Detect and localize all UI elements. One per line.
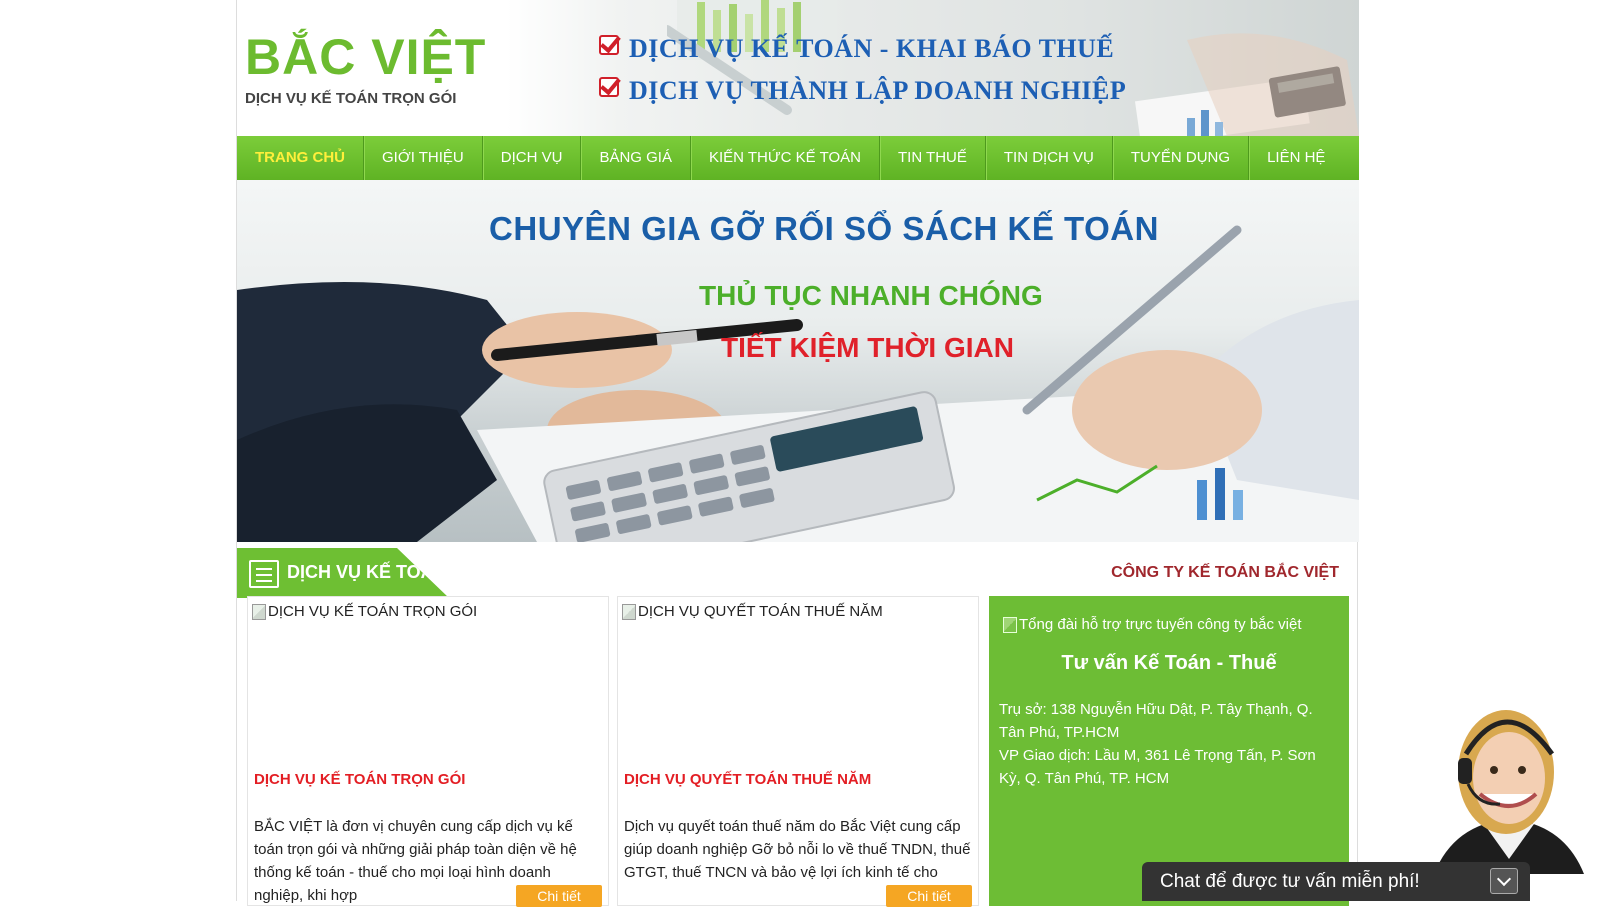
service-image[interactable]: DỊCH VỤ KẾ TOÁN TRỌN GÓI [252,603,477,620]
broken-image-icon [622,603,636,620]
detail-button[interactable]: Chi tiết [886,885,972,907]
service-card: DỊCH VỤ KẾ TOÁN TRỌN GÓI DỊCH VỤ KẾ TOÁN… [247,596,609,907]
hero-banner[interactable]: CHUYÊN GIA GỠ RỐI SỔ SÁCH KẾ TOÁN THỦ TỤ… [237,180,1359,542]
nav-item-bang-gia[interactable]: BẢNG GIÁ [581,136,691,180]
broken-image-icon [252,603,266,620]
support-hotline-image: Tổng đài hỗ trợ trực tuyến công ty bắc v… [1003,616,1302,633]
nav-item-lien-he[interactable]: LIÊN HỆ [1249,136,1343,180]
document-edit-icon [249,560,279,588]
nav-item-tin-thue[interactable]: TIN THUẾ [880,136,986,180]
service-description: Dịch vụ quyết toán thuế năm do Bắc Việt … [624,818,971,881]
banner-subline-2: TIẾT KIỆM THỜI GIAN [721,332,1014,363]
header-slogan-1: DỊCH VỤ KẾ TOÁN - KHAI BÁO THUẾ [599,34,1114,64]
header-slogan-2: DỊCH VỤ THÀNH LẬP DOANH NGHIỆP [599,76,1126,106]
support-agent-avatar[interactable] [1414,694,1600,874]
red-checkbox-icon [599,77,619,97]
contact-info: Trụ sở: 138 Nguyễn Hữu Dật, P. Tây Thạnh… [999,698,1339,790]
header-office-illustration [667,0,1359,136]
service-title-link[interactable]: DỊCH VỤ QUYẾT TOÁN THUẾ NĂM [624,771,871,788]
section-title: DỊCH VỤ KẾ TOÁN [287,562,447,582]
nav-item-kien-thuc-ke-toan[interactable]: KIẾN THỨC KẾ TOÁN [691,136,880,180]
chat-label: Chat để được tư vấn miễn phí! [1160,871,1420,892]
broken-image-icon [1003,616,1017,633]
chevron-down-icon[interactable] [1490,868,1518,894]
nav-item-tin-dich-vu[interactable]: TIN DỊCH VỤ [986,136,1113,180]
red-checkbox-icon [599,35,619,55]
image-alt-text: Tổng đài hỗ trợ trực tuyến công ty bắc v… [1019,616,1302,633]
banner-subline-1: THỦ TỤC NHANH CHÓNG [699,280,1043,311]
service-image[interactable]: DỊCH VỤ QUYẾT TOÁN THUẾ NĂM [622,603,883,620]
main-navigation: TRANG CHỦ GIỚI THIỆU DỊCH VỤ BẢNG GIÁ KI… [237,136,1359,180]
site-header: BẮC VIỆT DỊCH VỤ KẾ TOÁN TRỌN GÓI DỊCH V… [237,0,1359,136]
nav-item-dich-vu[interactable]: DỊCH VỤ [483,136,582,180]
support-title: Tư vấn Kế Toán - Thuế [1061,652,1277,674]
service-card: DỊCH VỤ QUYẾT TOÁN THUẾ NĂM DỊCH VỤ QUYẾ… [617,596,979,907]
section-heading-tab: DỊCH VỤ KẾ TOÁN [237,548,449,598]
transaction-office-address: VP Giao dịch: Lầu M, 361 Lê Trọng Tấn, P… [999,747,1316,787]
nav-item-tuyen-dung[interactable]: TUYỂN DỤNG [1113,136,1250,180]
logo-text[interactable]: BẮC VIỆT [245,28,486,86]
logo-tagline: DỊCH VỤ KẾ TOÁN TRỌN GÓI [245,90,457,107]
company-name-link[interactable]: CÔNG TY KẾ TOÁN BẮC VIỆT [1111,564,1339,582]
detail-button[interactable]: Chi tiết [516,885,602,907]
head-office-address: Trụ sở: 138 Nguyễn Hữu Dật, P. Tây Thạnh… [999,701,1313,741]
support-info-box: Tổng đài hỗ trợ trực tuyến công ty bắc v… [989,596,1349,906]
nav-item-gioi-thieu[interactable]: GIỚI THIỆU [364,136,483,180]
chat-widget-bar[interactable]: Chat để được tư vấn miễn phí! [1142,862,1530,901]
service-title-link[interactable]: DỊCH VỤ KẾ TOÁN TRỌN GÓI [254,771,465,788]
image-alt-text: DỊCH VỤ QUYẾT TOÁN THUẾ NĂM [638,603,883,620]
banner-headline: CHUYÊN GIA GỠ RỐI SỔ SÁCH KẾ TOÁN [489,210,1159,247]
page-container: BẮC VIỆT DỊCH VỤ KẾ TOÁN TRỌN GÓI DỊCH V… [236,0,1359,907]
nav-item-trang-chu[interactable]: TRANG CHỦ [237,136,364,180]
image-alt-text: DỊCH VỤ KẾ TOÁN TRỌN GÓI [268,603,478,620]
